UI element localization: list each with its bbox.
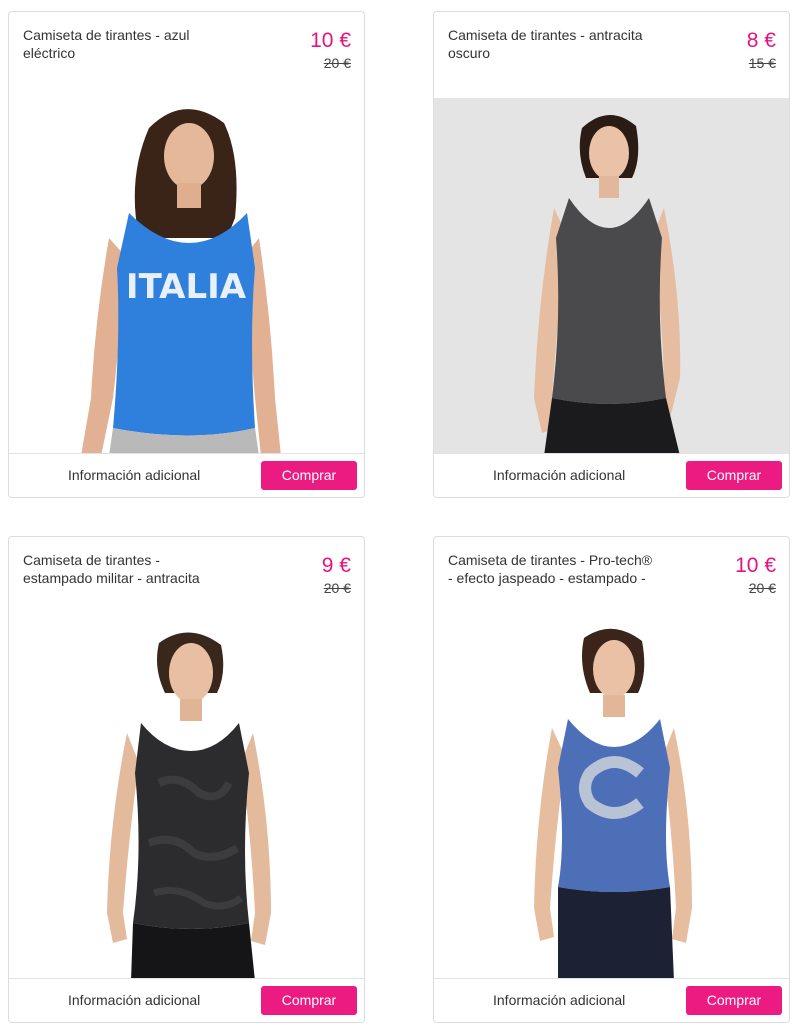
product-price: 10 € [735, 554, 776, 577]
additional-info-link[interactable]: Información adicional [493, 467, 625, 483]
buy-button[interactable]: Comprar [686, 461, 782, 490]
card-header: Camiseta de tirantes - estampado militar… [9, 537, 364, 624]
product-image[interactable] [434, 98, 789, 456]
product-old-price: 20 € [748, 580, 776, 596]
product-title[interactable]: Camiseta de tirantes - antracita oscuro [448, 26, 658, 62]
product-title[interactable]: Camiseta de tirantes - Pro-tech® - efect… [448, 551, 658, 587]
card-footer: Información adicional Comprar [434, 978, 789, 1022]
buy-button[interactable]: Comprar [261, 461, 357, 490]
additional-info-link[interactable]: Información adicional [493, 992, 625, 1008]
card-header: Camiseta de tirantes - azul eléctrico 10… [9, 12, 364, 99]
product-old-price: 20 € [323, 580, 351, 596]
product-image[interactable] [9, 623, 364, 981]
buy-button[interactable]: Comprar [686, 986, 782, 1015]
buy-button[interactable]: Comprar [261, 986, 357, 1015]
additional-info-link[interactable]: Información adicional [68, 467, 200, 483]
product-title[interactable]: Camiseta de tirantes - azul eléctrico [23, 26, 233, 62]
product-card: Camiseta de tirantes - antracita oscuro … [433, 11, 790, 498]
card-footer: Información adicional Comprar [9, 978, 364, 1022]
card-footer: Información adicional Comprar [9, 453, 364, 497]
additional-info-link[interactable]: Información adicional [68, 992, 200, 1008]
product-price: 9 € [321, 554, 351, 577]
card-footer: Información adicional Comprar [434, 453, 789, 497]
product-old-price: 20 € [323, 55, 351, 71]
card-header: Camiseta de tirantes - Pro-tech® - efect… [434, 537, 789, 624]
product-image[interactable]: ITALIA [9, 98, 364, 456]
product-image[interactable] [434, 623, 789, 981]
product-title[interactable]: Camiseta de tirantes - estampado militar… [23, 551, 233, 587]
card-header: Camiseta de tirantes - antracita oscuro … [434, 12, 789, 99]
product-card: Camiseta de tirantes - azul eléctrico 10… [8, 11, 365, 498]
product-card: Camiseta de tirantes - estampado militar… [8, 536, 365, 1023]
product-price: 8 € [746, 29, 776, 52]
shirt-print-text: ITALIA [126, 267, 247, 307]
product-price: 10 € [310, 29, 351, 52]
product-card: Camiseta de tirantes - Pro-tech® - efect… [433, 536, 790, 1023]
product-old-price: 15 € [748, 55, 776, 71]
